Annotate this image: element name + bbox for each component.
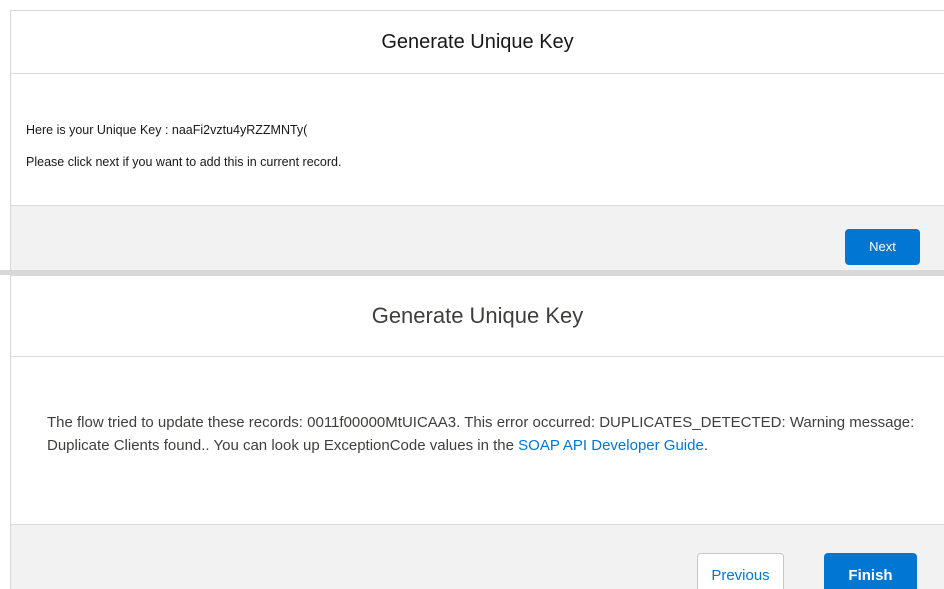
previous-button[interactable]: Previous bbox=[697, 553, 784, 589]
screen-footer: Previous Finish bbox=[11, 524, 944, 589]
finish-button[interactable]: Finish bbox=[824, 553, 917, 589]
next-button[interactable]: Next bbox=[845, 229, 920, 265]
flow-screen-error: Generate Unique Key The flow tried to up… bbox=[10, 275, 944, 589]
screen-body: Here is your Unique Key : naaFi2vztu4yRZ… bbox=[26, 123, 934, 187]
screen-footer: Next bbox=[11, 205, 944, 270]
screen-title: Generate Unique Key bbox=[11, 11, 944, 74]
flow-screen-unique-key: Generate Unique Key Here is your Unique … bbox=[10, 10, 944, 270]
error-text-end: . bbox=[703, 437, 708, 454]
screen-title: Generate Unique Key bbox=[11, 276, 944, 357]
unique-key-text: Here is your Unique Key : naaFi2vztu4yRZ… bbox=[26, 123, 308, 137]
instruction-text: Please click next if you want to add thi… bbox=[26, 155, 342, 169]
error-message: The flow tried to update these records: … bbox=[47, 411, 930, 457]
left-gutter bbox=[0, 0, 10, 589]
error-text: The flow tried to update these records: … bbox=[47, 414, 915, 454]
soap-api-guide-link[interactable]: SOAP API Developer Guide bbox=[518, 437, 704, 454]
